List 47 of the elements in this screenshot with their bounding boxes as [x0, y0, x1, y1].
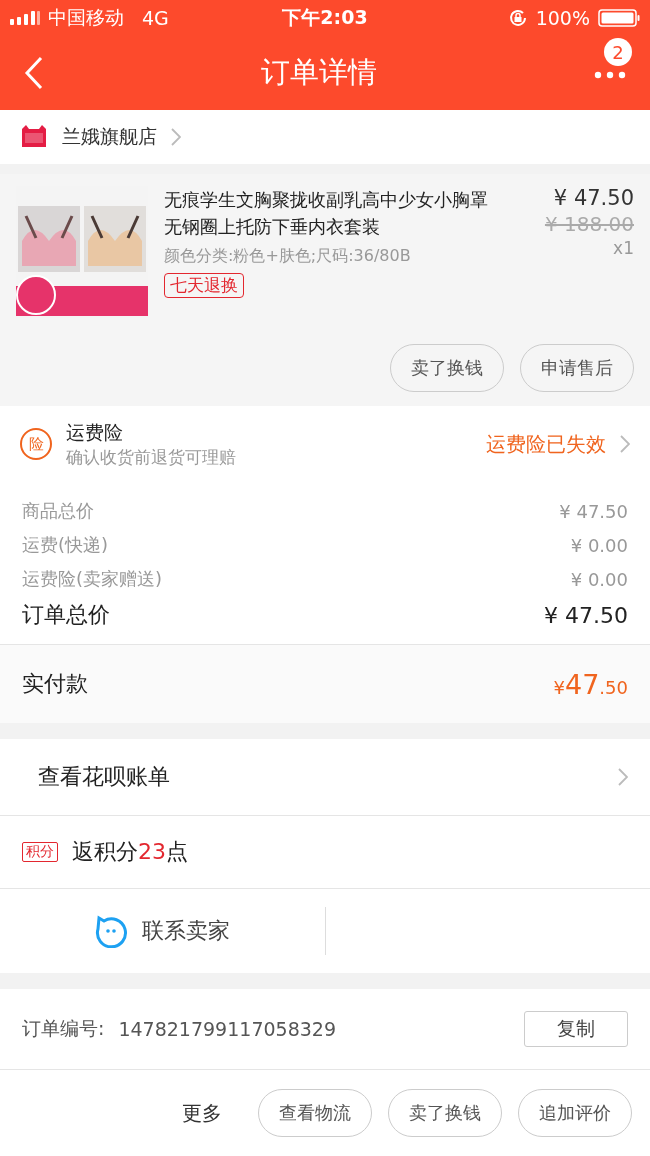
- total-value: ¥ 47.50: [544, 602, 628, 628]
- clock: 下午2:03: [282, 5, 368, 30]
- battery-icon: [598, 9, 640, 27]
- rotation-lock-icon: [507, 8, 528, 28]
- points-text: 返积分23点: [72, 838, 188, 866]
- cost-value: ¥ 47.50: [559, 500, 628, 522]
- insurance-icon: 险: [20, 428, 52, 460]
- quantity: x1: [613, 238, 634, 258]
- insurance-title: 运费险: [66, 419, 124, 445]
- shop-name[interactable]: 兰娥旗舰店: [62, 124, 157, 150]
- network-type: 4G: [142, 7, 169, 29]
- more-icon[interactable]: [594, 71, 626, 79]
- return-policy-tag: 七天退换: [164, 273, 244, 298]
- product-title[interactable]: 无痕学生文胸聚拢收副乳高中少女小胸罩无钢圈上托防下垂内衣套装: [164, 186, 492, 240]
- order-number: 147821799117058329: [118, 1018, 337, 1040]
- price: ¥ 47.50: [553, 186, 634, 210]
- battery-percent: 100%: [535, 7, 590, 29]
- huabei-bill-link[interactable]: 查看花呗账单: [38, 762, 170, 792]
- cost-label: 运费险(卖家赠送): [22, 567, 163, 591]
- cost-value: ¥ 0.00: [570, 568, 628, 590]
- back-icon[interactable]: [24, 56, 44, 90]
- product-variant: 颜色分类:粉色+肤色;尺码:36/80B: [164, 246, 411, 267]
- chevron-right-icon[interactable]: [618, 768, 628, 786]
- paid-label: 实付款: [22, 670, 88, 698]
- points-tag: 积分: [22, 842, 58, 862]
- cost-value: ¥ 0.00: [570, 534, 628, 556]
- action-button[interactable]: 卖了换钱: [388, 1089, 502, 1137]
- carrier-name: 中国移动: [48, 5, 124, 30]
- more-link[interactable]: 更多: [182, 1099, 222, 1127]
- signal-icon: [10, 11, 40, 25]
- action-button[interactable]: 查看物流: [258, 1089, 372, 1137]
- copy-button[interactable]: 复制: [524, 1011, 628, 1047]
- cost-label: 运费(快递): [22, 533, 109, 557]
- cost-label: 商品总价: [22, 499, 94, 523]
- notification-badge: 2: [604, 38, 632, 66]
- insurance-subtitle: 确认收货前退货可理赔: [66, 445, 237, 469]
- tmall-icon: [20, 125, 48, 149]
- original-price: ¥ 188.00: [544, 212, 634, 236]
- page-title: 订单详情: [261, 54, 377, 91]
- chevron-right-icon[interactable]: [171, 128, 181, 146]
- total-label: 订单总价: [22, 601, 110, 629]
- contact-seller-button[interactable]: 联系卖家: [142, 916, 231, 946]
- order-number-label: 订单编号:: [22, 1016, 105, 1041]
- chat-face-icon[interactable]: [94, 914, 129, 948]
- action-button[interactable]: 追加评价: [518, 1089, 632, 1137]
- chevron-right-icon[interactable]: [620, 435, 630, 453]
- paid-amount: ¥47.50: [553, 668, 628, 700]
